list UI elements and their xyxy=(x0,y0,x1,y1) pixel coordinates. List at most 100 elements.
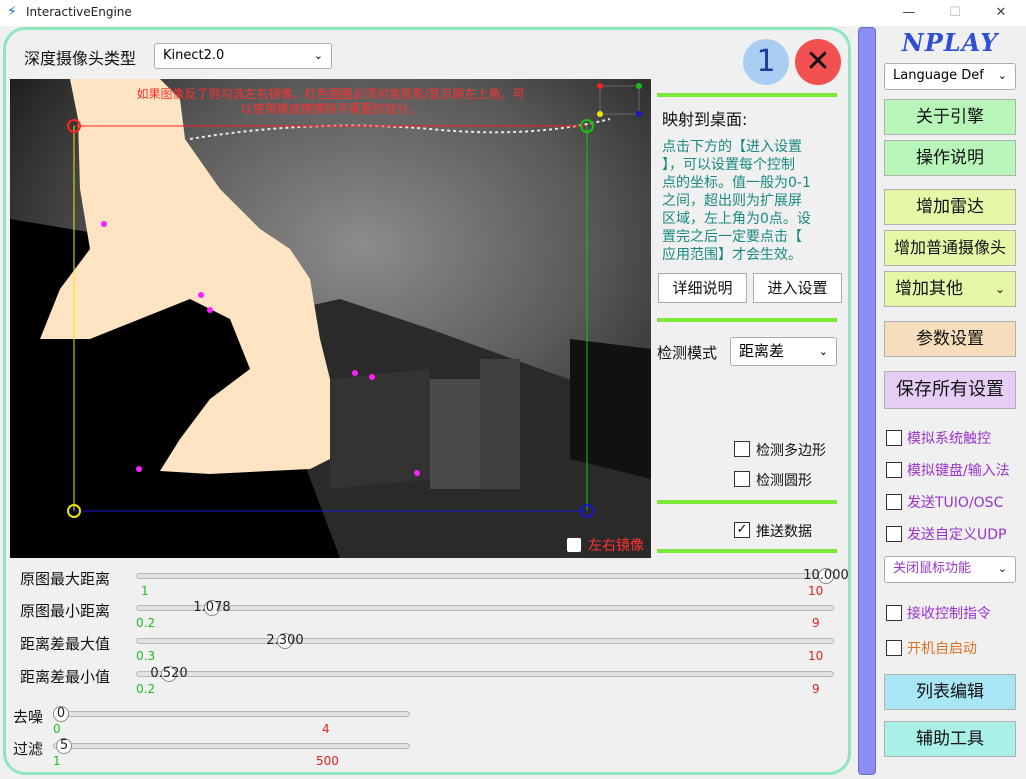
camera-index-badge[interactable]: 1 xyxy=(743,39,789,85)
mapping-desc-line: 点的坐标。值一般为0-1 xyxy=(662,175,811,191)
receive-checkbox[interactable] xyxy=(886,605,902,621)
chevron-down-icon: ⌄ xyxy=(818,345,828,358)
slider-max: 10 xyxy=(808,649,824,663)
slider-max: 10 xyxy=(808,584,824,598)
depth-camera-view[interactable]: 如果图像反了则勾选左右镜像，红色圆圈必须对准投影/显示屏左上角。可 以使用橡皮擦… xyxy=(10,79,651,558)
tuio-checkbox[interactable] xyxy=(886,494,902,510)
slider-value: 0.520 xyxy=(150,666,188,681)
maximize-button[interactable]: ☐ xyxy=(932,0,978,26)
slider-value: 5 xyxy=(59,738,69,753)
mirror-warning: 如果图像反了则勾选左右镜像，红色圆圈必须对准投影/显示屏左上角。可 以使用橡皮擦… xyxy=(10,87,651,117)
mapping-desc-line: 应用范围】才会生效。 xyxy=(662,247,802,263)
slider-min: 0.2 xyxy=(136,616,156,630)
window-title: InteractiveEngine xyxy=(26,5,132,19)
chevron-down-icon: ⌄ xyxy=(997,562,1007,575)
mapping-desc-line: 点击下方的【进入设置 xyxy=(662,139,802,155)
check-icon: ✓ xyxy=(736,522,748,537)
slider-value: 1.078 xyxy=(193,600,231,615)
camera-type-label: 深度摄像头类型 xyxy=(24,49,137,68)
chevron-down-icon: ⌄ xyxy=(313,49,323,62)
camera-type-select[interactable]: Kinect2.0 ⌄ xyxy=(154,43,332,69)
tuio-label: 发送TUIO/OSC xyxy=(907,495,1004,511)
camera-type-value: Kinect2.0 xyxy=(163,48,225,63)
slider-min: 1 xyxy=(53,754,61,768)
udp-label: 发送自定义UDP xyxy=(907,527,1007,543)
slider-max: 4 xyxy=(322,722,330,736)
chevron-down-icon: ⌄ xyxy=(994,282,1005,296)
slider-label: 原图最大距离 xyxy=(20,570,111,588)
app-lightning-icon: ⚡ xyxy=(7,4,17,20)
slider-label: 原图最小距离 xyxy=(20,602,111,620)
slider-track[interactable] xyxy=(53,711,410,717)
receive-label: 接收控制指令 xyxy=(907,606,991,622)
touch-label: 模拟系统触控 xyxy=(907,431,991,447)
slider-min: 0 xyxy=(53,722,61,736)
mirror-warning-line2: 以使用橡皮擦擦除不需要的部分。 xyxy=(240,102,421,116)
language-select[interactable]: Language Def ⌄ xyxy=(884,63,1016,90)
mapping-description: 点击下方的【进入设置 】，可以设置每个控制 点的坐标。值一般为0-1 之间，超出… xyxy=(662,138,842,264)
sidebar-splitter[interactable] xyxy=(858,27,876,775)
slider-value: 2.300 xyxy=(266,633,304,648)
slider-value: 0 xyxy=(56,706,66,721)
autostart-checkbox[interactable] xyxy=(886,640,902,656)
tools-button[interactable]: 辅助工具 xyxy=(884,721,1016,757)
list-edit-button[interactable]: 列表编辑 xyxy=(884,674,1016,710)
mirror-warning-line1: 如果图像反了则勾选左右镜像，红色圆圈必须对准投影/显示屏左上角。可 xyxy=(136,87,525,101)
params-button[interactable]: 参数设置 xyxy=(884,321,1016,357)
mouse-function-value: 关闭鼠标功能 xyxy=(893,561,972,576)
mapping-desc-line: 】，可以设置每个控制 xyxy=(662,157,795,173)
slider-track[interactable] xyxy=(136,573,834,579)
slider-max: 500 xyxy=(316,754,339,768)
polygon-checkbox[interactable] xyxy=(734,441,750,457)
divider xyxy=(657,549,837,553)
enter-settings-button[interactable]: 进入设置 xyxy=(753,273,842,303)
language-value: Language Def xyxy=(893,68,984,83)
save-all-button[interactable]: 保存所有设置 xyxy=(884,371,1016,409)
detail-button[interactable]: 详细说明 xyxy=(658,273,747,303)
add-other-label: 增加其他 xyxy=(895,279,963,299)
slider-max: 9 xyxy=(812,682,820,696)
chevron-down-icon: ⌄ xyxy=(997,69,1007,82)
polygon-label: 检测多边形 xyxy=(756,443,826,459)
slider-max: 9 xyxy=(812,616,820,630)
autostart-label: 开机自启动 xyxy=(907,641,977,657)
mapping-title: 映射到桌面: xyxy=(662,110,748,129)
mapping-desc-line: 区域，左上角为0点。设 xyxy=(662,211,811,227)
slider-track[interactable] xyxy=(136,638,834,644)
mouse-function-select[interactable]: 关闭鼠标功能 ⌄ xyxy=(884,556,1016,583)
slider-min: 0.2 xyxy=(136,682,156,696)
push-data-checkbox[interactable]: ✓ xyxy=(734,522,750,538)
brand-logo: NPLAY xyxy=(901,28,999,57)
mapping-desc-line: 置完之后一定要点击【 xyxy=(662,229,802,245)
about-engine-button[interactable]: 关于引擎 xyxy=(884,99,1016,135)
divider xyxy=(657,318,837,322)
keyboard-checkbox[interactable] xyxy=(886,462,902,478)
mapping-desc-line: 之间，超出则为扩展屏 xyxy=(662,193,802,209)
close-icon: ✕ xyxy=(805,44,831,79)
slider-min: 0.3 xyxy=(136,649,156,663)
close-window-button[interactable]: ✕ xyxy=(978,0,1024,26)
remove-camera-button[interactable]: ✕ xyxy=(795,39,841,85)
minimize-button[interactable]: — xyxy=(886,0,932,26)
slider-label: 距离差最大值 xyxy=(20,635,111,653)
add-camera-button[interactable]: 增加普通摄像头 xyxy=(884,230,1016,266)
slider-min: 1 xyxy=(141,584,149,598)
keyboard-label: 模拟键盘/输入法 xyxy=(907,463,1010,479)
touch-checkbox[interactable] xyxy=(886,430,902,446)
slider-track[interactable] xyxy=(53,743,410,749)
mirror-checkbox[interactable] xyxy=(566,537,582,553)
depth-image xyxy=(10,79,651,558)
help-button[interactable]: 操作说明 xyxy=(884,140,1016,176)
add-radar-button[interactable]: 增加雷达 xyxy=(884,189,1016,225)
udp-checkbox[interactable] xyxy=(886,526,902,542)
detect-mode-select[interactable]: 距离差 ⌄ xyxy=(730,337,837,366)
divider xyxy=(657,500,837,504)
detect-mode-value: 距离差 xyxy=(739,342,785,360)
detect-mode-label: 检测模式 xyxy=(657,344,718,362)
slider-label: 距离差最小值 xyxy=(20,668,111,686)
circle-checkbox[interactable] xyxy=(734,471,750,487)
add-other-select[interactable]: 增加其他 ⌄ xyxy=(884,271,1016,307)
slider-track[interactable] xyxy=(136,671,834,677)
slider-value: 10.000 xyxy=(803,568,849,583)
circle-label: 检测圆形 xyxy=(756,473,812,489)
